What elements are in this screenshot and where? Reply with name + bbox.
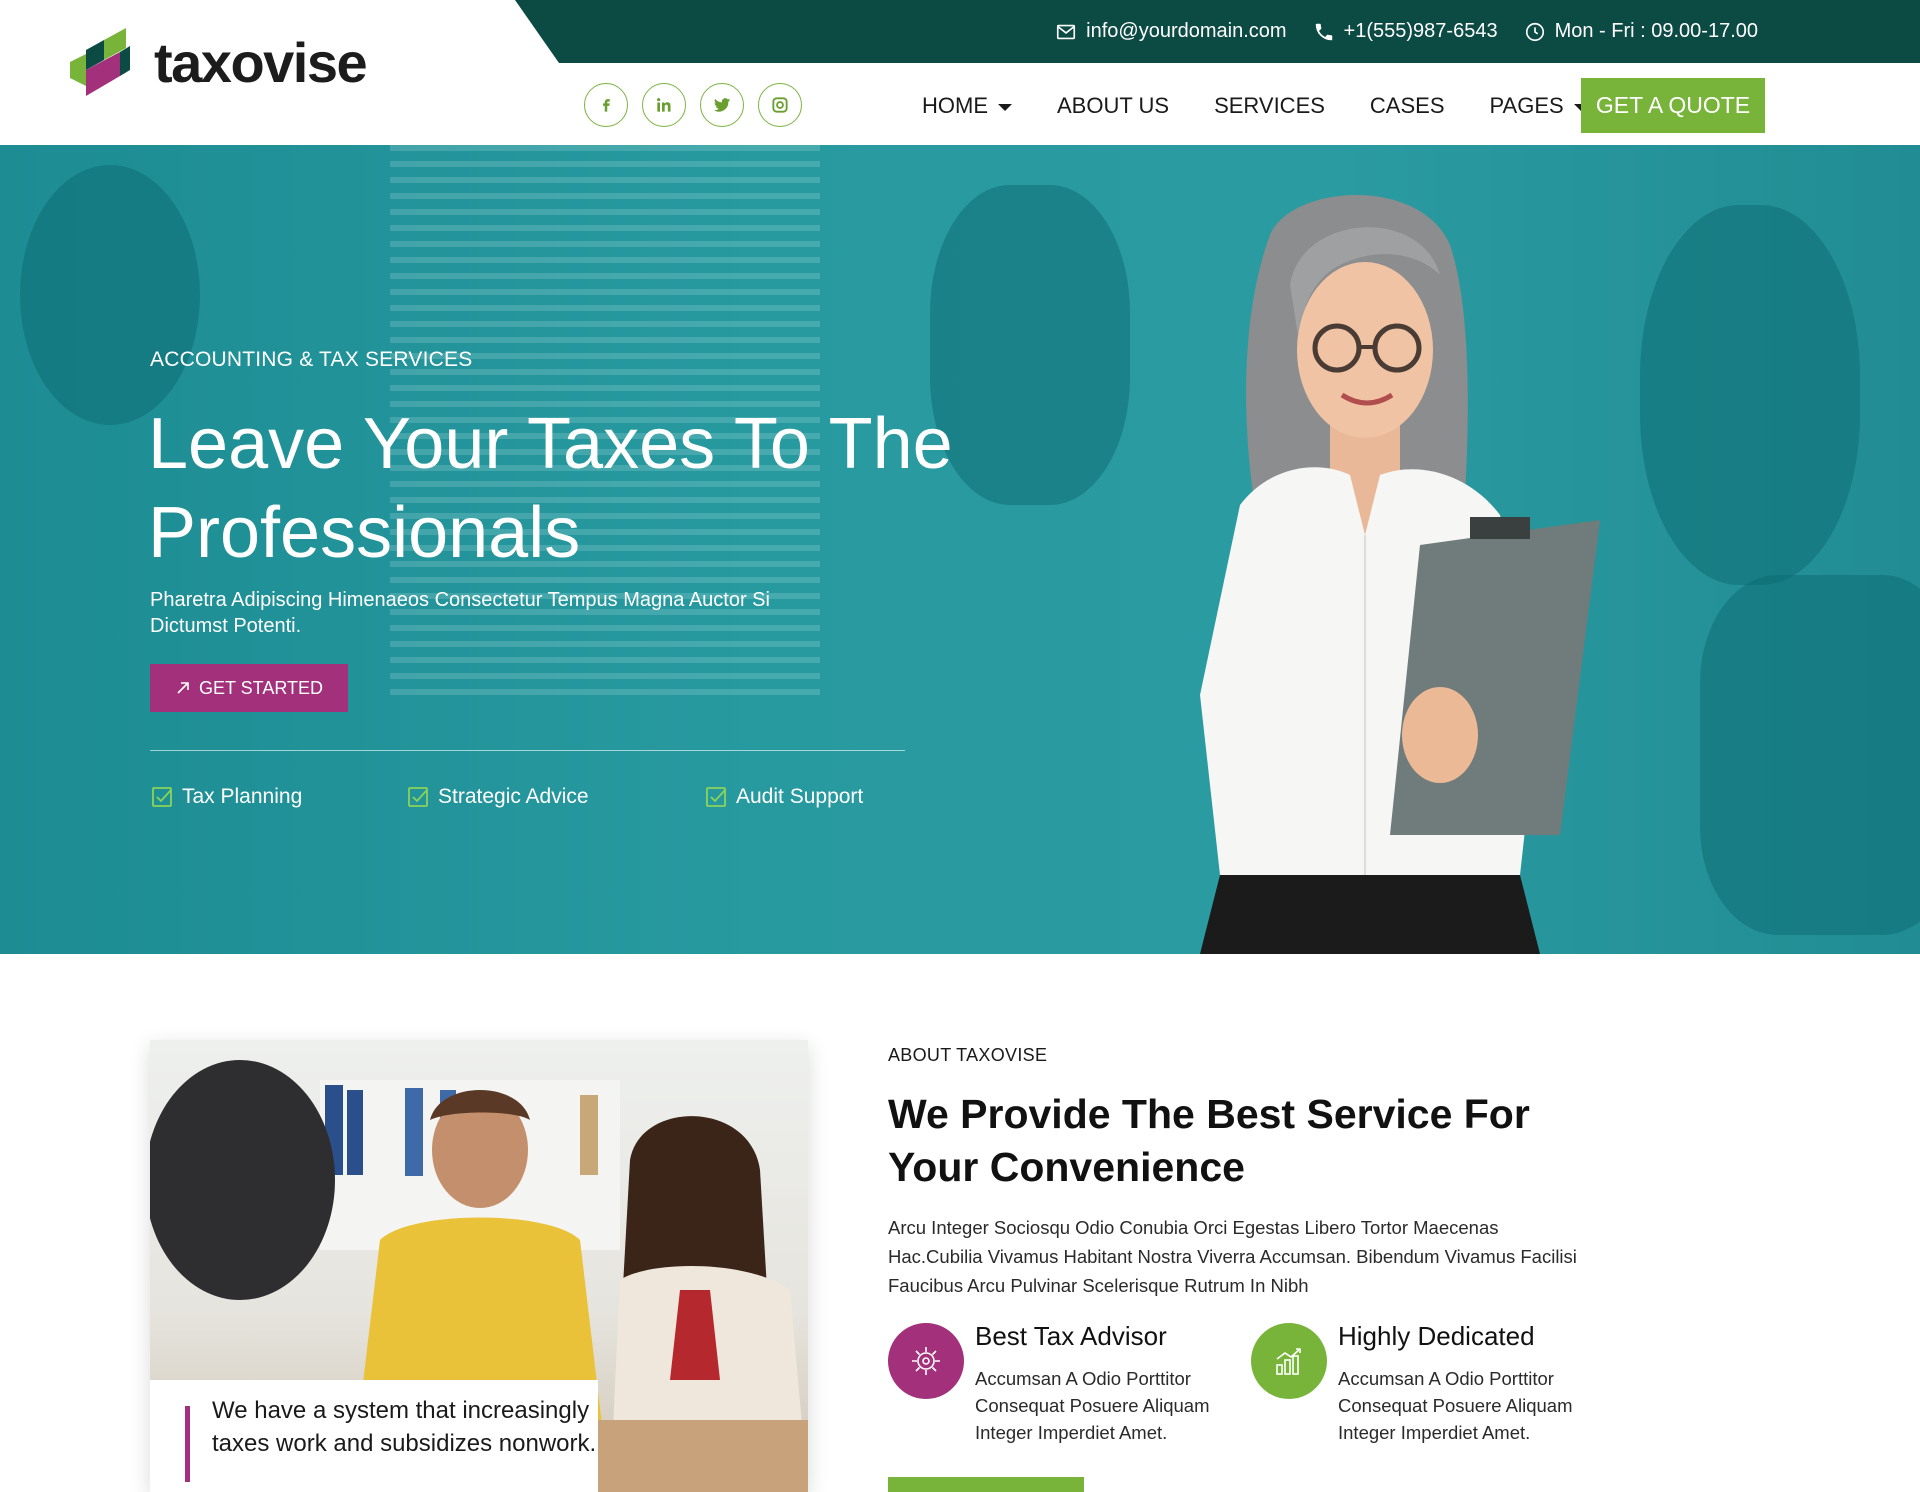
hours-item: Mon - Fri : 09.00-17.00: [1524, 20, 1758, 43]
envelope-icon: [1057, 24, 1076, 39]
nav-cases[interactable]: CASES: [1370, 93, 1445, 119]
get-a-quote-button[interactable]: GET A QUOTE: [1581, 78, 1765, 133]
photo-quote-card: We have a system that increasingly taxes…: [150, 1380, 598, 1492]
phone-text: +1(555)987-6543: [1343, 20, 1498, 42]
feature-item: Audit Support: [704, 785, 863, 809]
facebook-link[interactable]: [584, 83, 628, 127]
main-nav: HOME ABOUT US SERVICES CASES PAGES: [922, 78, 1633, 133]
nav-pages[interactable]: PAGES: [1490, 93, 1588, 119]
feature-label: Tax Planning: [182, 785, 303, 808]
logo-text: taxovise: [154, 31, 368, 94]
get-started-button[interactable]: GET STARTED: [150, 664, 348, 712]
checkbox-icon: [152, 787, 172, 807]
phone-item[interactable]: +1(555)987-6543: [1313, 20, 1498, 43]
twitter-link[interactable]: [700, 83, 744, 127]
nav-cases-label: CASES: [1369, 92, 1445, 118]
brain-gear-icon: [888, 1323, 964, 1399]
email-text: info@yourdomain.com: [1086, 20, 1287, 42]
chevron-down-icon: [998, 104, 1012, 111]
feature-item: Tax Planning: [150, 785, 302, 809]
facebook-icon: [603, 99, 610, 112]
instagram-icon: [772, 97, 788, 113]
feature-label: Strategic Advice: [438, 785, 589, 808]
feature-item: Strategic Advice: [406, 785, 589, 809]
hero-divider: [150, 750, 905, 751]
arrow-up-right-icon: [177, 682, 189, 694]
photo-quote-text: We have a system that increasingly taxes…: [212, 1397, 597, 1457]
hero-features: Tax Planning Strategic Advice Audit Supp…: [150, 785, 910, 815]
contact-info: info@yourdomain.com +1(555)987-6543 Mon …: [1055, 0, 1758, 63]
nav-home[interactable]: HOME: [922, 93, 1012, 119]
email-item[interactable]: info@yourdomain.com: [1055, 20, 1287, 43]
phone-icon: [1315, 23, 1332, 40]
hero-subtitle: Pharetra Adipiscing Himenaeos Consectetu…: [150, 589, 770, 637]
instagram-link[interactable]: [758, 83, 802, 127]
growth-chart-icon: [1251, 1323, 1327, 1399]
nav-services-label: SERVICES: [1214, 92, 1325, 118]
get-started-label: GET STARTED: [198, 677, 324, 698]
site-header: info@yourdomain.com +1(555)987-6543 Mon …: [0, 0, 1920, 145]
checkbox-icon: [706, 787, 726, 807]
hero-eyebrow: ACCOUNTING & TAX SERVICES: [150, 348, 473, 371]
top-bar: info@yourdomain.com +1(555)987-6543 Mon …: [515, 0, 1920, 63]
about-more-button[interactable]: [888, 1477, 1084, 1492]
about-text: Arcu Integer Sociosqu Odio Conubia Orci …: [888, 1217, 1577, 1296]
team-meeting-image: We have a system that increasingly taxes…: [150, 1040, 808, 1492]
advantage-text: Accumsan A Odio Porttitor Consequat Posu…: [1338, 1368, 1573, 1443]
nav-about[interactable]: ABOUT US: [1057, 93, 1169, 119]
hours-text: Mon - Fri : 09.00-17.00: [1554, 20, 1758, 42]
linkedin-link[interactable]: [642, 83, 686, 127]
logo-mark-icon: [70, 28, 130, 96]
nav-pages-label: PAGES: [1489, 92, 1564, 118]
background-figure: [1700, 575, 1920, 935]
advantage-title: Highly Dedicated: [1338, 1321, 1535, 1351]
about-title: We Provide The Best Service For Your Con…: [888, 1091, 1530, 1190]
twitter-icon: [713, 98, 731, 112]
checkbox-icon: [408, 787, 428, 807]
advantage-text: Accumsan A Odio Porttitor Consequat Posu…: [975, 1368, 1210, 1443]
background-figure: [20, 165, 200, 425]
linkedin-icon: [657, 98, 671, 112]
professional-woman-image: [1200, 195, 1600, 954]
about-eyebrow: ABOUT TAXOVISE: [888, 1045, 1048, 1065]
nav-about-label: ABOUT US: [1057, 92, 1170, 118]
hero-title: Leave Your Taxes To The Professionals: [148, 404, 953, 573]
quote-accent-bar: [185, 1406, 190, 1482]
nav-home-label: HOME: [922, 92, 988, 118]
logo[interactable]: taxovise: [68, 26, 368, 100]
feature-label: Audit Support: [736, 785, 864, 808]
hero-section: ACCOUNTING & TAX SERVICES Leave Your Tax…: [0, 145, 1920, 954]
background-figure: [1640, 205, 1860, 585]
social-links: [584, 83, 802, 127]
clock-icon: [1525, 22, 1544, 41]
advantage-title: Best Tax Advisor: [975, 1321, 1167, 1351]
nav-services[interactable]: SERVICES: [1214, 93, 1325, 119]
